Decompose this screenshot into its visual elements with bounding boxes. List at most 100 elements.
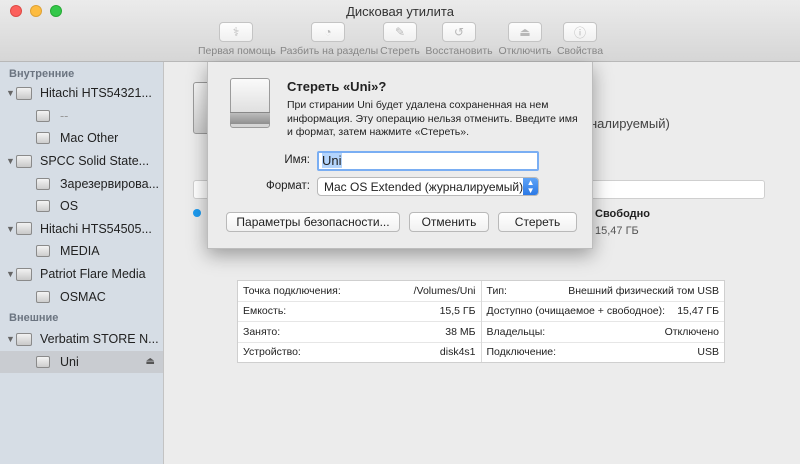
- format-select[interactable]: Mac OS Extended (журналируемый) ▲ ▼: [317, 177, 539, 196]
- info-value: Внешний физический том USB: [568, 284, 719, 297]
- sidebar-volume-reserved[interactable]: Зарезервирова...: [0, 172, 163, 195]
- sidebar-disk-hitachi-1[interactable]: ▼ Hitachi HTS54321...: [0, 82, 163, 105]
- name-input-value: Uni: [322, 153, 342, 168]
- info-value: USB: [697, 346, 719, 359]
- dialog-title: Стереть «Uni»?: [287, 79, 387, 94]
- info-row: Устройство: disk4s1: [238, 341, 481, 363]
- info-value: Отключено: [664, 325, 719, 338]
- name-field-label: Имя:: [284, 154, 310, 166]
- disclosure-triangle-icon[interactable]: ▼: [6, 269, 16, 279]
- hard-disk-icon: [16, 154, 32, 168]
- sidebar-item-label: Mac Other: [60, 131, 119, 146]
- volume-info-table: Точка подключения: /Volumes/Uni Емкость: 1…: [237, 280, 725, 363]
- volume-icon: [36, 355, 50, 368]
- first-aid-label: Первая помощь: [198, 45, 276, 57]
- info-row: Точка подключения: /Volumes/Uni: [238, 281, 481, 301]
- info-column-right: Тип: Внешний физический том USB Доступно …: [480, 281, 725, 363]
- sidebar-item-label: Зарезервирова...: [60, 176, 160, 191]
- hard-disk-icon: [16, 267, 32, 281]
- info-row: Тип: Внешний физический том USB: [482, 281, 725, 301]
- info-row: Емкость: 15,5 ГБ: [238, 300, 481, 322]
- erase-button[interactable]: ✎ Стереть: [378, 22, 422, 57]
- sidebar-item-label: Uni: [60, 354, 79, 369]
- sidebar: Внутренние ▼ Hitachi HTS54321... -- Mac …: [0, 62, 164, 464]
- restore-label: Восстановить: [425, 45, 493, 57]
- info-key: Тип:: [486, 284, 507, 297]
- sidebar-disk-patriot[interactable]: ▼ Patriot Flare Media: [0, 263, 163, 286]
- sidebar-disk-hitachi-2[interactable]: ▼ Hitachi HTS54505...: [0, 218, 163, 241]
- stethoscope-icon: ⚕: [219, 22, 253, 42]
- free-space-label: Свободно: [595, 208, 650, 220]
- info-row: Подключение: USB: [481, 341, 724, 363]
- sidebar-volume-media[interactable]: MEDIA: [0, 240, 163, 263]
- toolbar: ⚕ Первая помощь ◔ Разбить на разделы ✎ С…: [0, 22, 800, 60]
- dialog-message: При стирании Uni будет удалена сохраненн…: [287, 99, 578, 138]
- format-field-label: Формат:: [265, 180, 310, 192]
- sidebar-disk-verbatim[interactable]: ▼ Verbatim STORE N...: [0, 328, 163, 351]
- info-key: Точка подключения:: [243, 284, 341, 297]
- unmount-button[interactable]: ⏏ Отключить: [496, 22, 554, 57]
- sidebar-item-label: OS: [60, 199, 79, 214]
- disclosure-triangle-icon[interactable]: ▼: [6, 224, 16, 234]
- info-icon: ⓘ: [563, 22, 597, 42]
- info-button[interactable]: ⓘ Свойства: [556, 22, 604, 57]
- unmount-icon: ⏏: [508, 22, 542, 42]
- volume-icon: [36, 177, 50, 190]
- volume-icon: [36, 109, 50, 122]
- partition-button[interactable]: ◔ Разбить на разделы: [280, 22, 378, 57]
- sidebar-disk-spcc[interactable]: ▼ SPCC Solid State...: [0, 150, 163, 173]
- info-key: Устройство:: [243, 346, 301, 359]
- free-space-value: 15,47 ГБ: [595, 225, 639, 237]
- partition-icon: ◔: [311, 22, 345, 42]
- info-row: Владельцы: Отключено: [481, 321, 724, 342]
- name-input[interactable]: Uni: [317, 151, 539, 171]
- erase-dialog: Стереть «Uni»? При стирании Uni будет уд…: [207, 62, 593, 249]
- sidebar-volume-os[interactable]: OS: [0, 195, 163, 218]
- info-key: Емкость:: [243, 305, 287, 318]
- info-value: 15,5 ГБ: [439, 305, 476, 318]
- erase-icon: ✎: [383, 22, 417, 42]
- volume-icon: [36, 200, 50, 213]
- info-row: Доступно (очищаемое + свободное): 15,47 Г…: [481, 300, 724, 322]
- disclosure-triangle-icon[interactable]: ▼: [6, 156, 16, 166]
- used-legend-dot: [193, 209, 201, 217]
- info-value: /Volumes/Uni: [413, 284, 476, 297]
- info-value: disk4s1: [439, 346, 476, 359]
- sidebar-item-label: --: [60, 108, 69, 123]
- format-select-value: Mac OS Extended (журналируемый): [324, 179, 524, 194]
- sidebar-item-label: Hitachi HTS54321...: [40, 86, 152, 101]
- cancel-button[interactable]: Отменить: [409, 212, 489, 232]
- select-arrows-icon: ▲ ▼: [523, 178, 538, 195]
- info-key: Владельцы:: [486, 325, 546, 338]
- sidebar-item-label: OSMAC: [60, 289, 106, 304]
- info-column-left: Точка подключения: /Volumes/Uni Емкость: 1…: [238, 281, 481, 362]
- volume-format-subtitle: налируемый): [590, 116, 670, 131]
- sidebar-section-internal: Внутренние: [9, 68, 75, 80]
- first-aid-button[interactable]: ⚕ Первая помощь: [198, 22, 276, 57]
- sidebar-item-label: MEDIA: [60, 244, 100, 259]
- title-bar: Дисковая утилита ⚕ Первая помощь ◔ Разби…: [0, 0, 800, 62]
- info-label: Свойства: [556, 45, 604, 57]
- info-value: 38 МБ: [445, 325, 476, 338]
- eject-icon[interactable]: ⏏: [146, 356, 155, 367]
- disclosure-triangle-icon[interactable]: ▼: [6, 334, 16, 344]
- erase-label: Стереть: [380, 45, 420, 57]
- restore-button[interactable]: ↺ Восстановить: [424, 22, 494, 57]
- hard-disk-icon: [16, 86, 32, 100]
- external-disk-icon: [16, 332, 32, 346]
- sidebar-item-label: Verbatim STORE N...: [40, 332, 159, 347]
- sidebar-volume-mac-other[interactable]: Mac Other: [0, 127, 163, 150]
- info-key: Подключение:: [486, 346, 557, 359]
- disclosure-triangle-icon[interactable]: ▼: [6, 88, 16, 98]
- sidebar-section-external: Внешние: [9, 311, 59, 324]
- sidebar-volume-osmac[interactable]: OSMAC: [0, 285, 163, 308]
- volume-icon: [36, 245, 50, 258]
- sidebar-item-label: SPCC Solid State...: [40, 154, 150, 169]
- sidebar-volume-uni[interactable]: Uni ⏏: [0, 350, 163, 374]
- sidebar-volume-empty[interactable]: --: [0, 105, 163, 128]
- sidebar-item-label: Patriot Flare Media: [40, 267, 146, 282]
- sidebar-item-label: Hitachi HTS54505...: [40, 221, 152, 236]
- security-options-button[interactable]: Параметры безопасности...: [226, 212, 400, 232]
- info-key: Занято:: [243, 325, 281, 338]
- confirm-erase-button[interactable]: Стереть: [498, 212, 577, 232]
